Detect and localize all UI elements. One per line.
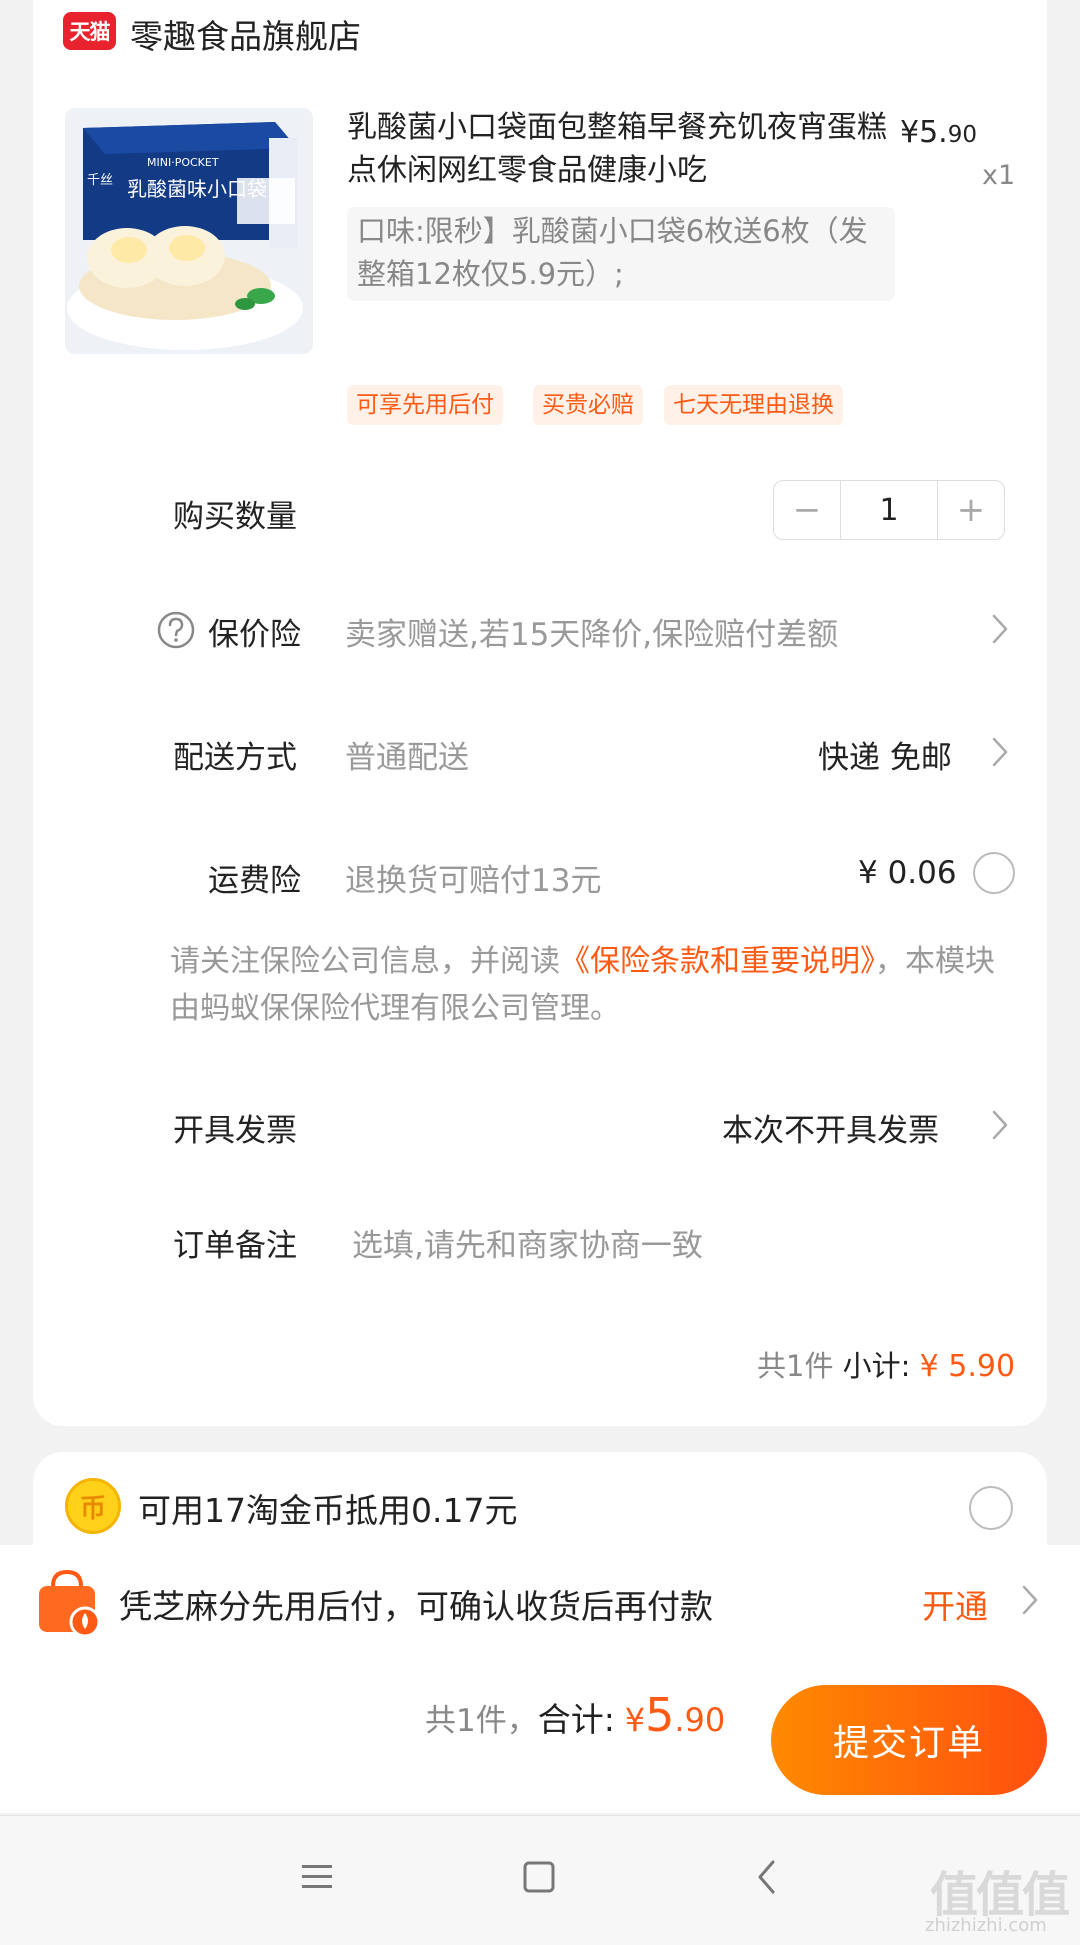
invoice-value[interactable]: 本次不开具发票	[722, 1105, 939, 1150]
product-quantity: x1	[982, 160, 1016, 191]
taobao-coin-icon: 币	[65, 1478, 121, 1534]
invoice-chevron-right-icon[interactable]	[990, 1108, 1010, 1142]
product-image-brand: 千丝	[87, 173, 113, 188]
shipping-insurance-desc: 退换货可赔付13元	[345, 863, 602, 899]
pay-later-text: 凭芝麻分先用后付，可确认收货后再付款	[119, 1587, 713, 1626]
unit-price: ¥5.90	[900, 115, 977, 150]
price-protection-label: 保价险	[208, 617, 301, 653]
question-circle-icon[interactable]	[156, 610, 196, 654]
submit-order-button[interactable]: 提交订单	[771, 1685, 1047, 1795]
subtotal-amount: ¥ 5.90	[919, 1349, 1016, 1384]
order-total: 共1件，合计: ¥5.90	[425, 1688, 725, 1742]
coin-offset-text: 可用17淘金币抵用0.17元	[138, 1491, 518, 1530]
home-icon[interactable]	[522, 1860, 556, 1898]
product-image[interactable]: 千丝 MINI·POCKET 乳酸菌味小口袋	[65, 108, 313, 354]
store-name[interactable]: 零趣食品旗舰店	[130, 10, 361, 58]
total-label: 合计:	[537, 1700, 615, 1739]
total-currency: ¥	[624, 1701, 646, 1739]
quantity-value[interactable]: 1	[840, 481, 938, 539]
product-image-cn: 乳酸菌味小口袋	[127, 177, 267, 201]
product-title[interactable]: 乳酸菌小口袋面包整箱早餐充饥夜宵蛋糕点休闲网红零食品健康小吃	[347, 106, 887, 192]
pay-later-open-link[interactable]: 开通	[922, 1580, 988, 1628]
total-int: 5	[645, 1688, 675, 1742]
quantity-stepper: − 1 +	[773, 480, 1005, 540]
product-image-en: MINI·POCKET	[147, 156, 219, 169]
subtotal: 共1件 小计: ¥ 5.90	[757, 1343, 1015, 1385]
watermark-url: zhizhizhi.com	[925, 1915, 1047, 1936]
shipping-insurance-price: ¥ 0.06	[858, 855, 957, 891]
unit-price-symbol: ¥	[900, 115, 920, 150]
coin-radio[interactable]	[969, 1486, 1013, 1530]
shipping-insurance-radio[interactable]	[973, 852, 1015, 894]
pay-later-chevron-right-icon[interactable]	[1020, 1583, 1040, 1617]
price-protection-desc[interactable]: 卖家赠送,若15天降价,保险赔付差额	[345, 609, 838, 654]
tag-seven-day-return: 七天无理由退换	[664, 385, 843, 425]
total-count: 共1件，	[425, 1703, 538, 1739]
back-icon[interactable]	[755, 1858, 779, 1900]
invoice-label: 开具发票	[173, 1113, 297, 1149]
remark-input[interactable]: 选填,请先和商家协商一致	[352, 1220, 703, 1265]
total-dec: .90	[674, 1701, 726, 1739]
subtotal-label: 小计:	[842, 1349, 911, 1383]
shopping-bag-icon	[33, 1568, 101, 1642]
shipping-insurance-label: 运费险	[208, 863, 301, 899]
delivery-chevron-right-icon[interactable]	[990, 735, 1010, 769]
insurance-notice: 请关注保险公司信息，并阅读《保险条款和重要说明》，本模块由蚂蚁保保险代理有限公司…	[170, 938, 1020, 1032]
tmall-logo: 天猫	[63, 12, 116, 50]
menu-icon[interactable]	[300, 1862, 334, 1896]
delivery-method[interactable]: 普通配送	[345, 732, 469, 777]
unit-price-int: 5.	[919, 115, 948, 150]
remark-label: 订单备注	[173, 1228, 297, 1264]
tag-price-guarantee: 买贵必赔	[533, 385, 643, 425]
insurance-terms-link[interactable]: 《保险条款和重要说明》	[560, 944, 875, 979]
sku-selector[interactable]: 口味:限秒】乳酸菌小口袋6枚送6枚（发整箱12枚仅5.9元）;	[347, 207, 895, 301]
quantity-label: 购买数量	[173, 499, 297, 535]
quantity-plus-button[interactable]: +	[938, 481, 1004, 539]
subtotal-count: 共1件	[757, 1349, 834, 1383]
unit-price-dec: 90	[947, 122, 977, 148]
notice-text-before: 请关注保险公司信息，并阅读	[170, 944, 560, 979]
delivery-label: 配送方式	[173, 740, 297, 776]
delivery-value[interactable]: 快递 免邮	[818, 732, 952, 777]
price-protection-chevron-right-icon[interactable]	[990, 612, 1010, 646]
quantity-minus-button[interactable]: −	[774, 481, 840, 539]
tag-pay-later: 可享先用后付	[347, 385, 503, 425]
